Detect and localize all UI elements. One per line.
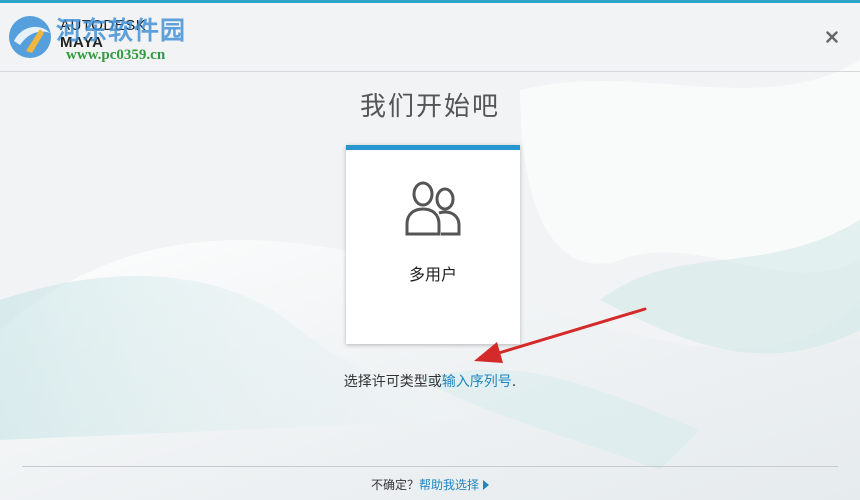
users-icon bbox=[405, 181, 461, 236]
license-hint: 选择许可类型或输入序列号. bbox=[0, 371, 860, 391]
watermark-text: 河东软件园 bbox=[56, 16, 187, 45]
hint-suffix: . bbox=[511, 374, 517, 390]
card-label: 多用户 bbox=[408, 265, 457, 284]
close-icon bbox=[826, 31, 838, 43]
multi-user-card[interactable]: 多用户 bbox=[346, 145, 520, 344]
close-button[interactable] bbox=[822, 27, 842, 47]
footer-prefix: 不确定？ bbox=[370, 478, 419, 492]
hint-prefix: 选择许可类型或 bbox=[343, 374, 442, 390]
header: AUTODESK MAYA 河东软件园 www.pc0359.cn bbox=[0, 3, 860, 71]
play-arrow-icon[interactable] bbox=[483, 480, 490, 490]
footer: 不确定？帮助我选择 bbox=[0, 476, 860, 493]
header-divider bbox=[0, 71, 860, 72]
footer-divider bbox=[22, 466, 838, 467]
page-title: 我们开始吧 bbox=[359, 92, 500, 122]
enter-serial-link[interactable]: 输入序列号 bbox=[442, 374, 512, 390]
help-me-choose-link[interactable]: 帮助我选择 bbox=[419, 478, 479, 492]
watermark-url: www.pc0359.cn bbox=[66, 47, 166, 63]
watermark-logo-icon bbox=[9, 16, 51, 58]
